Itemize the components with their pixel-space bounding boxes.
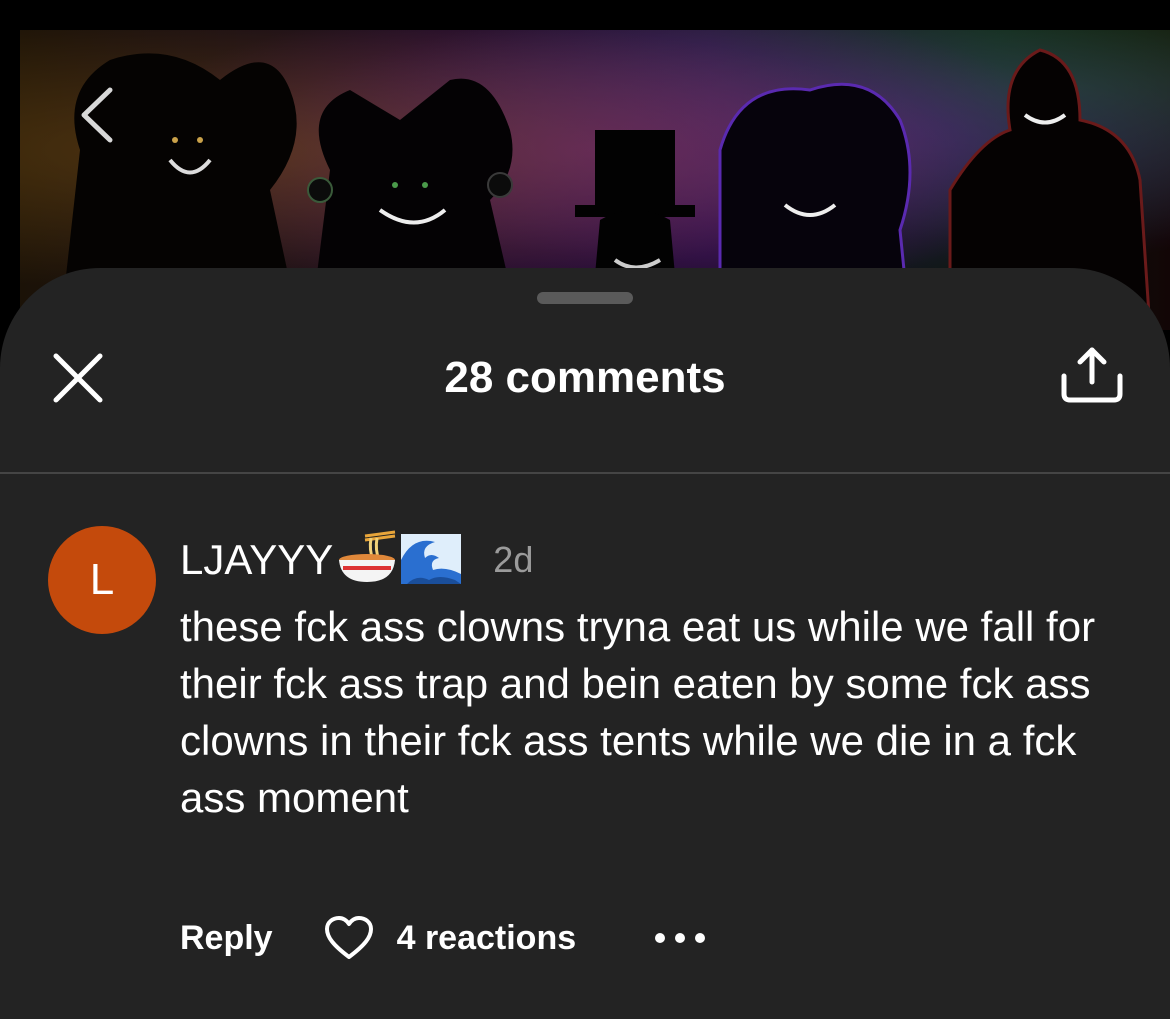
comment-username[interactable]: LJAYYY	[180, 532, 333, 588]
share-upload-icon	[1061, 347, 1123, 403]
share-button[interactable]	[1056, 344, 1128, 408]
sheet-grabber-handle[interactable]	[537, 292, 633, 304]
comment-header: LJAYYY 2d	[180, 530, 533, 590]
header-divider	[0, 472, 1170, 474]
back-button[interactable]	[70, 80, 130, 150]
comment-actions: Reply 4 reactions	[180, 908, 708, 968]
heart-outline-icon	[324, 916, 373, 959]
comments-sheet: 28 comments L LJAYYY 2d these fck ass cl…	[0, 268, 1170, 1019]
reply-button[interactable]: Reply	[180, 919, 273, 958]
comments-count-title: 28 comments	[444, 353, 726, 402]
chevron-left-icon	[81, 87, 113, 143]
reactions-count[interactable]: 4 reactions	[397, 919, 577, 958]
app-screen: 28 comments L LJAYYY 2d these fck ass cl…	[0, 0, 1170, 1019]
wave-icon	[399, 530, 463, 590]
like-button[interactable]	[323, 915, 375, 961]
more-horizontal-icon	[655, 933, 706, 943]
comment-text: these fck ass clowns tryna eat us while …	[180, 603, 1096, 821]
more-options-button[interactable]	[652, 928, 708, 948]
avatar[interactable]: L	[48, 526, 156, 634]
comment-timestamp: 2d	[493, 539, 534, 580]
ramen-bowl-icon	[335, 530, 397, 590]
